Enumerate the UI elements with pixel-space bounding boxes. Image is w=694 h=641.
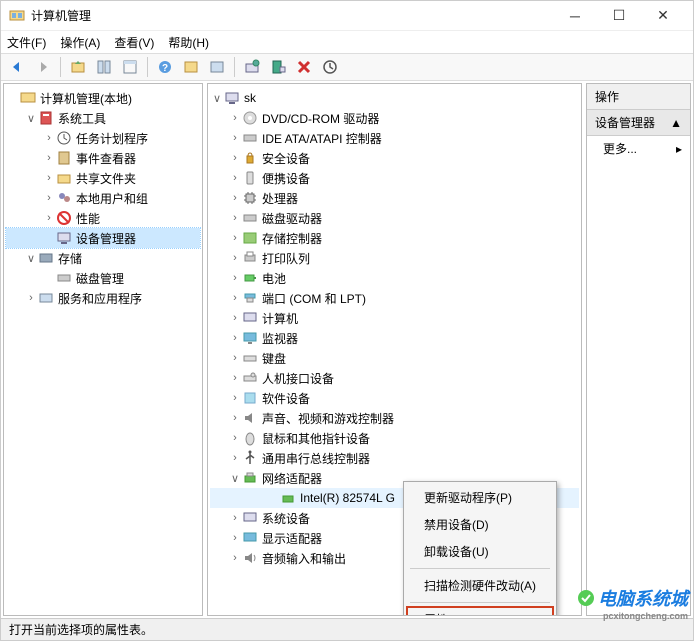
toolbar-btn-3[interactable] bbox=[118, 55, 142, 79]
toolbar-btn-6[interactable] bbox=[205, 55, 229, 79]
status-text: 打开当前选择项的属性表。 bbox=[9, 621, 153, 638]
context-scan-hardware[interactable]: 扫描检测硬件改动(A) bbox=[406, 572, 554, 599]
title-bar: 计算机管理 ─ ☐ ✕ bbox=[1, 1, 693, 31]
device-computer[interactable]: ›计算机 bbox=[210, 308, 579, 328]
help-button[interactable]: ? bbox=[153, 55, 177, 79]
context-update-driver[interactable]: 更新驱动程序(P) bbox=[406, 484, 554, 511]
toolbar-btn-2[interactable] bbox=[92, 55, 116, 79]
toolbar-btn-5[interactable] bbox=[179, 55, 203, 79]
tree-performance[interactable]: ›性能 bbox=[6, 208, 200, 228]
device-hid[interactable]: ›人机接口设备 bbox=[210, 368, 579, 388]
device-cpu[interactable]: ›处理器 bbox=[210, 188, 579, 208]
toolbar-btn-8[interactable] bbox=[266, 55, 290, 79]
device-keyboard[interactable]: ›键盘 bbox=[210, 348, 579, 368]
toolbar: ? bbox=[1, 53, 693, 81]
up-button[interactable] bbox=[66, 55, 90, 79]
device-mouse[interactable]: ›鼠标和其他指针设备 bbox=[210, 428, 579, 448]
device-root[interactable]: ∨sk bbox=[210, 88, 579, 108]
arrow-right-icon: ▸ bbox=[676, 142, 682, 156]
tree-local-users[interactable]: ›本地用户和组 bbox=[6, 188, 200, 208]
app-icon bbox=[9, 8, 25, 24]
menu-action[interactable]: 操作(A) bbox=[60, 34, 100, 51]
device-print-queue[interactable]: ›打印队列 bbox=[210, 248, 579, 268]
device-security[interactable]: ›安全设备 bbox=[210, 148, 579, 168]
context-disable-device[interactable]: 禁用设备(D) bbox=[406, 511, 554, 538]
tree-task-scheduler[interactable]: ›任务计划程序 bbox=[6, 128, 200, 148]
context-menu: 更新驱动程序(P) 禁用设备(D) 卸载设备(U) 扫描检测硬件改动(A) 属性… bbox=[403, 481, 557, 616]
menu-bar: 文件(F) 操作(A) 查看(V) 帮助(H) bbox=[1, 31, 693, 53]
left-tree-panel: 计算机管理(本地) ∨系统工具 ›任务计划程序 ›事件查看器 ›共享文件夹 ›本… bbox=[3, 83, 203, 616]
collapse-arrow-icon: ▲ bbox=[670, 116, 682, 130]
tree-shared-folders[interactable]: ›共享文件夹 bbox=[6, 168, 200, 188]
context-uninstall-device[interactable]: 卸载设备(U) bbox=[406, 538, 554, 565]
actions-panel: 操作 设备管理器 ▲ 更多... ▸ bbox=[586, 83, 691, 616]
menu-help[interactable]: 帮助(H) bbox=[168, 34, 209, 51]
device-ide[interactable]: ›IDE ATA/ATAPI 控制器 bbox=[210, 128, 579, 148]
window-title: 计算机管理 bbox=[31, 7, 553, 24]
disable-button[interactable] bbox=[292, 55, 316, 79]
menu-file[interactable]: 文件(F) bbox=[7, 34, 46, 51]
menu-view[interactable]: 查看(V) bbox=[114, 34, 154, 51]
tree-root[interactable]: 计算机管理(本地) bbox=[6, 88, 200, 108]
tree-services[interactable]: ›服务和应用程序 bbox=[6, 288, 200, 308]
svg-text:?: ? bbox=[162, 63, 168, 74]
tree-system-tools[interactable]: ∨系统工具 bbox=[6, 108, 200, 128]
device-dvd[interactable]: ›DVD/CD-ROM 驱动器 bbox=[210, 108, 579, 128]
actions-more[interactable]: 更多... ▸ bbox=[587, 136, 690, 161]
update-driver-button[interactable] bbox=[318, 55, 342, 79]
device-usb[interactable]: ›通用串行总线控制器 bbox=[210, 448, 579, 468]
device-storage-ctrl[interactable]: ›存储控制器 bbox=[210, 228, 579, 248]
maximize-button[interactable]: ☐ bbox=[597, 2, 641, 30]
tree-storage[interactable]: ∨存储 bbox=[6, 248, 200, 268]
context-properties[interactable]: 属性(R) bbox=[406, 606, 554, 616]
device-monitor[interactable]: ›监视器 bbox=[210, 328, 579, 348]
device-tree-panel: ∨sk ›DVD/CD-ROM 驱动器 ›IDE ATA/ATAPI 控制器 ›… bbox=[207, 83, 582, 616]
device-software[interactable]: ›软件设备 bbox=[210, 388, 579, 408]
device-battery[interactable]: ›电池 bbox=[210, 268, 579, 288]
tree-device-manager[interactable]: 设备管理器 bbox=[6, 228, 200, 248]
device-disk[interactable]: ›磁盘驱动器 bbox=[210, 208, 579, 228]
scan-hardware-button[interactable] bbox=[240, 55, 264, 79]
tree-disk-mgmt[interactable]: 磁盘管理 bbox=[6, 268, 200, 288]
minimize-button[interactable]: ─ bbox=[553, 2, 597, 30]
actions-section[interactable]: 设备管理器 ▲ bbox=[587, 110, 690, 136]
device-ports[interactable]: ›端口 (COM 和 LPT) bbox=[210, 288, 579, 308]
close-button[interactable]: ✕ bbox=[641, 2, 685, 30]
back-button[interactable] bbox=[5, 55, 29, 79]
status-bar: 打开当前选择项的属性表。 bbox=[1, 618, 693, 640]
tree-event-viewer[interactable]: ›事件查看器 bbox=[6, 148, 200, 168]
forward-button[interactable] bbox=[31, 55, 55, 79]
device-sound[interactable]: ›声音、视频和游戏控制器 bbox=[210, 408, 579, 428]
actions-title: 操作 bbox=[587, 84, 690, 110]
device-portable[interactable]: ›便携设备 bbox=[210, 168, 579, 188]
